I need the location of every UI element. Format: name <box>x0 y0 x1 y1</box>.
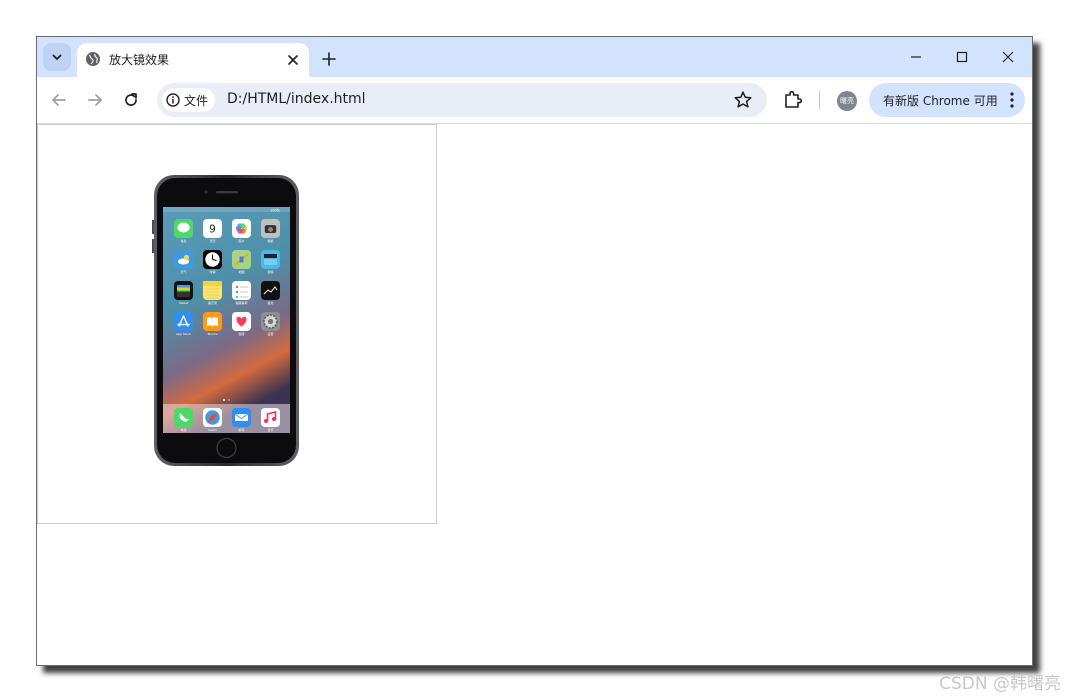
tab-strip: 放大镜效果 <box>37 37 1032 77</box>
phone-front-camera <box>204 190 208 194</box>
app-label: 照片 <box>238 238 244 243</box>
app-label: 信息 <box>180 238 186 243</box>
volume-button <box>152 239 154 253</box>
app-label: 备忘录 <box>208 300 217 305</box>
chevron-down-icon <box>52 54 62 60</box>
browser-window: 放大镜效果 文件 D:/HTML/index.html 曙亮 有新版 Chrom… <box>36 36 1033 666</box>
app-label: 电话 <box>180 427 186 432</box>
arrow-left-icon <box>52 94 66 106</box>
iphone-product-image: 100% 信息 9 日历 照片 相机天气 时钟 地图 视频 Wallet 备忘录 提醒事项 股市 App… <box>152 175 299 466</box>
app-label: App Store <box>176 332 191 336</box>
app-label: 相机 <box>267 238 273 243</box>
calendar-day: 9 <box>209 224 216 236</box>
app-label: 音乐 <box>267 427 273 432</box>
maximize-button[interactable] <box>940 43 984 71</box>
app-label: 天气 <box>180 269 186 274</box>
app-label: 日历 <box>209 239 215 243</box>
app-label: 地图 <box>238 269 244 274</box>
site-info-chip[interactable]: 文件 <box>162 88 216 112</box>
puzzle-icon[interactable] <box>781 87 805 111</box>
back-button[interactable] <box>45 86 73 114</box>
tab-search-button[interactable] <box>43 43 71 71</box>
update-chrome-button[interactable]: 有新版 Chrome 可用 <box>869 83 1025 117</box>
site-info-label: 文件 <box>184 93 209 108</box>
forward-button[interactable] <box>81 86 109 114</box>
status-battery: 100% <box>270 209 281 213</box>
plus-icon <box>322 52 336 66</box>
reload-button[interactable] <box>117 86 145 114</box>
page-dot <box>223 399 225 401</box>
page-viewport: 100% 信息 9 日历 照片 相机天气 时钟 地图 视频 Wallet 备忘录 提醒事项 股市 App… <box>37 124 1032 665</box>
star-icon[interactable] <box>733 90 753 110</box>
home-button <box>216 437 237 459</box>
minimize-icon <box>911 56 921 58</box>
window-close-button[interactable] <box>986 43 1030 71</box>
app-label: 提醒事项 <box>235 300 247 305</box>
magnifier-small-image-box[interactable]: 100% 信息 9 日历 照片 相机天气 时钟 地图 视频 Wallet 备忘录 提醒事项 股市 App… <box>37 124 437 524</box>
profile-avatar[interactable]: 曙亮 <box>837 91 857 111</box>
close-icon <box>288 55 298 65</box>
url-text[interactable]: D:/HTML/index.html <box>227 91 366 107</box>
tab-title: 放大镜效果 <box>109 53 170 67</box>
app-label: 时钟 <box>209 269 215 274</box>
kebab-menu-icon[interactable] <box>1009 91 1015 109</box>
new-tab-button[interactable] <box>317 47 341 71</box>
globe-icon <box>86 52 100 66</box>
watermark: CSDN @韩曙亮 <box>939 674 1061 694</box>
toolbar-divider <box>819 91 820 109</box>
browser-toolbar: 文件 D:/HTML/index.html 曙亮 有新版 Chrome 可用 <box>37 77 1032 124</box>
app-label: Wallet <box>179 301 189 305</box>
volume-button <box>152 220 154 234</box>
page-dot <box>228 399 230 401</box>
app-label: 邮件 <box>238 427 244 432</box>
active-tab[interactable]: 放大镜效果 <box>77 43 309 77</box>
phone-speaker <box>216 191 238 194</box>
app-label: Safari <box>208 428 217 432</box>
address-bar[interactable]: 文件 D:/HTML/index.html <box>157 83 767 117</box>
app-icon-app-store: App Store <box>174 312 193 336</box>
app-label: 视频 <box>267 269 273 274</box>
maximize-icon <box>956 51 968 63</box>
close-icon <box>1002 51 1014 63</box>
app-label: 设置 <box>267 331 273 336</box>
arrow-right-icon <box>88 94 102 106</box>
app-label: iBooks <box>208 332 218 336</box>
app-label: 健康 <box>238 331 244 336</box>
info-icon <box>166 93 180 107</box>
update-chrome-label: 有新版 Chrome 可用 <box>883 94 998 108</box>
app-label: 股市 <box>267 300 273 305</box>
tab-close-button[interactable] <box>283 50 303 70</box>
reload-icon <box>125 93 137 106</box>
minimize-button[interactable] <box>894 43 938 71</box>
